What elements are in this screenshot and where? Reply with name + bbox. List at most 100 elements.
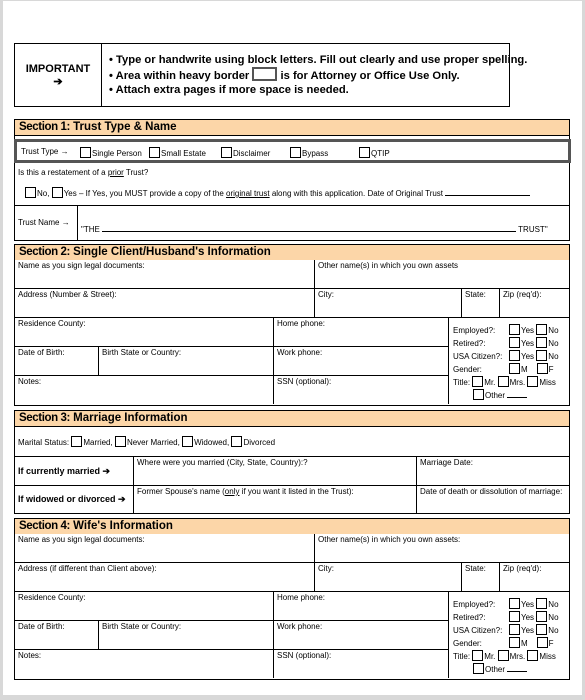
wife-state-field[interactable]: State: [461,562,499,591]
restatement-question: Is this a restatement of a prior Trust? [18,168,149,177]
trust-type-single-person[interactable]: Single Person [80,147,142,158]
wife-county-field[interactable]: Residence County: [15,591,273,620]
checkbox-icon[interactable] [51,187,63,198]
client-county-field[interactable]: Residence County: [15,317,273,346]
trust-type-qtip[interactable]: QTIP [359,147,390,158]
marriage-date-field[interactable]: Marriage Date: [416,456,569,485]
title-other-blank[interactable] [507,397,528,398]
restatement-no-option[interactable]: No, [25,187,49,198]
wife-home-phone-field[interactable]: Home phone: [273,591,448,620]
client-city-field[interactable]: City: [314,288,461,317]
title-mr-checkbox[interactable] [472,376,484,387]
title-other-checkbox[interactable] [473,389,484,400]
restatement-yes-option[interactable]: Yes [51,187,77,198]
title-other-row: Other [473,663,528,674]
wife-name-field[interactable]: Name as you sign legal documents: [15,534,314,562]
widowed-divorced-label: If widowed or divorced ➔ [15,485,133,513]
title-miss-checkbox[interactable] [527,376,539,387]
dissolution-date-field[interactable]: Date of death or dissolution of marriage… [416,485,569,513]
citizen-row: USA Citizen?: Yes No [453,624,559,635]
client-home-phone-field[interactable]: Home phone: [273,317,448,346]
gender-m-checkbox[interactable] [509,363,520,374]
trust-type-bypass[interactable]: Bypass [290,147,328,158]
retired-no-checkbox[interactable] [536,611,548,622]
employed-row: Employed?: Yes No [453,324,559,335]
client-dob-field[interactable]: Date of Birth: [15,346,98,375]
section-2-header: Section 2: Single Client/Husband's Infor… [14,244,570,260]
currently-married-label: If currently married ➔ [15,456,133,485]
wife-birth-state-field[interactable]: Birth State or Country: [98,620,273,649]
instruction-item: • Type or handwrite using block letters.… [109,54,528,66]
retired-no-checkbox[interactable] [536,337,548,348]
retired-yes-checkbox[interactable] [509,337,520,348]
wife-other-names-field[interactable]: Other name(s) in which you own assets: [314,534,569,562]
page-frame-top [0,0,585,1]
title-miss-checkbox[interactable] [527,650,539,661]
checkbox-icon[interactable] [149,147,160,158]
checkbox-icon[interactable] [290,147,301,158]
citizen-no-checkbox[interactable] [536,624,548,635]
client-name-field[interactable]: Name as you sign legal documents: [15,260,314,288]
wife-notes-field[interactable]: Notes: [15,649,273,678]
title-other-checkbox[interactable] [473,663,484,674]
restatement-answers: No, Yes – If Yes, you MUST provide a cop… [18,187,566,198]
wife-work-phone-field[interactable]: Work phone: [273,620,448,649]
client-address-field[interactable]: Address (Number & Street): [15,288,314,317]
trust-type-disclaimer[interactable]: Disclaimer [221,147,270,158]
heavy-border-sample-icon [252,67,278,82]
employed-yes-checkbox[interactable] [509,324,520,335]
marital-never-married-option[interactable]: Never Married, [114,436,180,447]
retired-row: Retired?: Yes No [453,337,559,348]
wife-city-field[interactable]: City: [314,562,461,591]
title-mr-checkbox[interactable] [472,650,484,661]
client-other-names-field[interactable]: Other name(s) in which you own assets [314,260,569,288]
former-spouse-field[interactable]: Former Spouse's name (only if you want i… [133,485,416,513]
citizen-yes-checkbox[interactable] [509,350,520,361]
checkbox-icon[interactable] [182,436,194,447]
employed-no-checkbox[interactable] [536,598,548,609]
section-3-header: Section 3: Marriage Information [14,410,570,426]
section-2-table: Name as you sign legal documents: Other … [14,260,570,406]
wife-address-field[interactable]: Address (if different than Client above)… [15,562,314,591]
employed-yes-checkbox[interactable] [509,598,520,609]
title-mrs-checkbox[interactable] [497,650,509,661]
employed-no-checkbox[interactable] [536,324,548,335]
checkbox-icon[interactable] [231,436,243,447]
section-4-table: Name as you sign legal documents: Other … [14,534,570,680]
client-notes-field[interactable]: Notes: [15,375,273,404]
original-trust-date-field[interactable] [445,195,531,196]
gender-f-checkbox[interactable] [536,363,548,374]
wife-zip-field[interactable]: Zip (req'd): [499,562,569,591]
checkbox-icon[interactable] [25,187,36,198]
checkbox-icon[interactable] [114,436,126,447]
checkbox-icon[interactable] [359,147,370,158]
marital-divorced-option[interactable]: Divorced [231,436,275,447]
checkbox-icon[interactable] [80,147,91,158]
title-mrs-checkbox[interactable] [497,376,509,387]
trust-name-blank[interactable] [102,231,517,232]
trust-name-label: Trust Name → [15,205,77,240]
checkbox-icon[interactable] [221,147,232,158]
retired-yes-checkbox[interactable] [509,611,520,622]
wife-dob-field[interactable]: Date of Birth: [15,620,98,649]
checkbox-icon[interactable] [71,436,83,447]
where-married-field[interactable]: Where were you married (City, State, Cou… [133,456,416,485]
title-other-blank[interactable] [507,671,528,672]
client-state-field[interactable]: State: [461,288,499,317]
citizen-yes-checkbox[interactable] [509,624,520,635]
marital-widowed-option[interactable]: Widowed, [182,436,229,447]
instruction-item: • Attach extra pages if more space is ne… [109,83,349,96]
trust-type-small-estate[interactable]: Small Estate [149,147,206,158]
wife-ssn-field[interactable]: SSN (optional): [273,649,448,678]
gender-f-checkbox[interactable] [536,637,548,648]
client-birth-state-field[interactable]: Birth State or Country: [98,346,273,375]
client-zip-field[interactable]: Zip (req'd): [499,288,569,317]
gender-m-checkbox[interactable] [509,637,520,648]
title-row: Title: Mr. Mrs. Miss [453,376,556,387]
client-ssn-field[interactable]: SSN (optional): [273,375,448,404]
marital-married-option[interactable]: Married, [71,436,113,447]
client-work-phone-field[interactable]: Work phone: [273,346,448,375]
citizen-no-checkbox[interactable] [536,350,548,361]
trust-name-field[interactable]: "THE TRUST" [77,205,569,240]
retired-row: Retired?: Yes No [453,611,559,622]
